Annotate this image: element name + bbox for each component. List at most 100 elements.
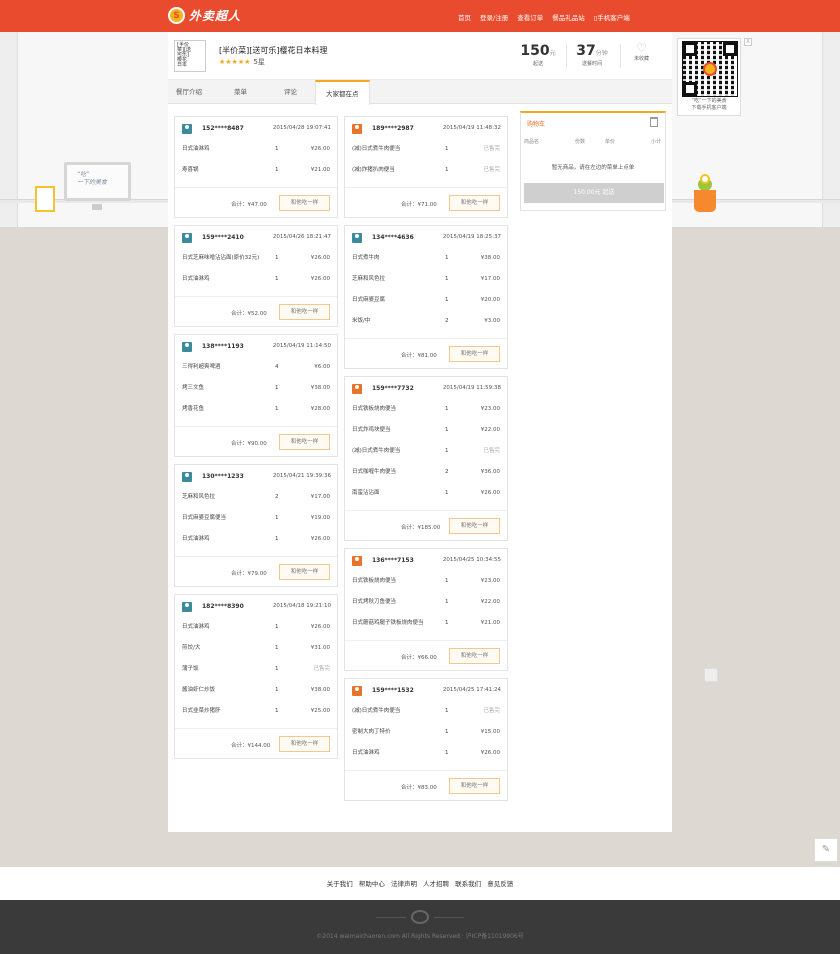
- min-order-stat: 150元 起送: [520, 43, 556, 67]
- order-item-row: 日式咖喱牛肉便当 2 ¥36.00: [345, 462, 507, 483]
- order-header: 138****1193 2015/04/19 11:14:50: [175, 340, 337, 357]
- order-same-button[interactable]: 和他吃一样: [449, 518, 500, 534]
- order-footer: 合计：¥52.00 和他吃一样: [175, 296, 337, 326]
- item-name: 日式油淋鸡: [182, 536, 210, 542]
- footer-link-about[interactable]: 关于我们: [327, 880, 353, 888]
- order-same-button[interactable]: 和他吃一样: [279, 434, 330, 450]
- order-same-button[interactable]: 和他吃一样: [279, 564, 330, 580]
- item-qty: 1: [445, 427, 449, 433]
- item-price: ¥3.00: [484, 318, 500, 324]
- favorite-button[interactable]: ♡ 未收藏: [634, 41, 649, 63]
- tab-intro[interactable]: 餐厅介绍: [176, 80, 202, 104]
- order-time: 2015/04/25 17:41:24: [442, 687, 501, 693]
- feedback-edit-icon[interactable]: ✎: [814, 838, 838, 862]
- order-user: 130****1233: [202, 473, 244, 480]
- cart-title: 购物车: [527, 121, 546, 128]
- order-item-row: (减)日式煮牛肉便当 1 已售完: [345, 139, 507, 160]
- superman-logo-icon: S: [168, 7, 185, 24]
- order-same-button[interactable]: 和他吃一样: [449, 778, 500, 794]
- item-name: 日式咖喱牛肉便当: [352, 469, 397, 475]
- order-time: 2015/04/26 18:21:47: [272, 234, 331, 240]
- item-price: 已售完: [313, 666, 330, 672]
- item-qty: 1: [275, 624, 279, 630]
- order-same-button[interactable]: 和他吃一样: [449, 195, 500, 211]
- item-price: 已售完: [483, 448, 500, 454]
- order-footer: 合计：¥83.00 和他吃一样: [345, 770, 507, 800]
- item-name: 日式油淋鸡: [182, 624, 210, 630]
- delivery-time-unit: 分钟: [595, 50, 608, 57]
- order-same-button[interactable]: 和他吃一样: [279, 195, 330, 211]
- order-header: 136****7153 2015/04/25 10:34:55: [345, 554, 507, 571]
- item-name: 三得利超爽啤酒: [182, 364, 221, 370]
- order-same-button[interactable]: 和他吃一样: [279, 736, 330, 752]
- cart-col-price: 单价: [605, 139, 616, 145]
- item-price: 已售完: [483, 167, 500, 173]
- item-qty: 1: [445, 490, 449, 496]
- order-item-row: (减)日式煮牛肉便当 1 已售完: [345, 701, 507, 722]
- order-footer: 合计：¥90.00 和他吃一样: [175, 426, 337, 456]
- nav-gift-shop[interactable]: 餐品礼品站: [552, 12, 585, 22]
- item-qty: 1: [445, 620, 449, 626]
- order-time: 2015/04/25 10:34:55: [442, 557, 501, 563]
- app-qr-panel[interactable]: “吃”一下的美食 下载手机客户端: [677, 38, 741, 116]
- item-name: 芝麻和风色拉: [352, 276, 386, 282]
- cart-col-qty: 份数: [575, 139, 586, 145]
- brand-logo[interactable]: S 外卖超人: [168, 7, 241, 24]
- item-name: 日式蘑菇鸡腿子铁板烧肉便当: [352, 620, 424, 626]
- order-item-row: 日式油淋鸡 1 ¥26.00: [345, 743, 507, 764]
- item-price: ¥19.00: [310, 515, 330, 521]
- order-user: 182****8390: [202, 603, 244, 610]
- main-content: [半价 菜][送 可乐] 樱花 日本 [半价菜][送可乐]樱花日本料理 ★★★★…: [168, 32, 672, 832]
- order-header: 159****7732 2015/04/19 11:59:38: [345, 382, 507, 399]
- order-item-row: (减)炸猪扒肉便当 1 已售完: [345, 160, 507, 181]
- qr-close-button[interactable]: X: [744, 38, 752, 46]
- order-total: 合计：¥185.00: [401, 525, 441, 531]
- item-qty: 2: [445, 318, 449, 324]
- order-same-button[interactable]: 和他吃一样: [279, 304, 330, 320]
- item-price: ¥23.00: [480, 578, 500, 584]
- nav-home[interactable]: 首页: [458, 12, 471, 22]
- item-qty: 1: [445, 406, 449, 412]
- item-name: 烤香花鱼: [182, 406, 205, 412]
- tab-menu[interactable]: 菜单: [234, 80, 247, 104]
- item-qty: 1: [275, 146, 279, 152]
- footer-link-help[interactable]: 帮助中心: [359, 880, 385, 888]
- tab-popular[interactable]: 大家都在点: [315, 80, 370, 105]
- checkout-button[interactable]: 150.00元 起送: [524, 183, 664, 203]
- wall-left: [0, 32, 18, 227]
- user-avatar-icon: [352, 124, 362, 134]
- footer-link-legal[interactable]: 法律声明: [391, 880, 417, 888]
- item-price: ¥26.00: [480, 750, 500, 756]
- item-name: 煎饺/大: [182, 645, 201, 651]
- trash-icon[interactable]: [650, 117, 658, 127]
- item-price: ¥22.00: [480, 427, 500, 433]
- heart-icon: ♡: [636, 41, 647, 55]
- footer-link-feedback[interactable]: 意见反馈: [487, 880, 513, 888]
- footer-link-contact[interactable]: 联系我们: [455, 880, 481, 888]
- order-time: 2015/04/19 18:25:37: [442, 234, 501, 240]
- order-item-row: 芝麻和风色拉 2 ¥17.00: [175, 487, 337, 508]
- item-qty: 1: [445, 448, 449, 454]
- tab-reviews[interactable]: 评论: [284, 80, 297, 104]
- footer-link-jobs[interactable]: 人才招聘: [423, 880, 449, 888]
- item-name: (减)日式煮牛肉便当: [352, 708, 401, 714]
- user-avatar-icon: [352, 556, 362, 566]
- order-card: 182****8390 2015/04/18 19:21:10 日式油淋鸡 1 ¥26.…: [174, 594, 338, 759]
- order-item-row: 三得利超爽啤酒 4 ¥6.00: [175, 357, 337, 378]
- item-name: 米饭/中: [352, 318, 371, 324]
- order-header: 189****2987 2015/04/19 11:48:32: [345, 122, 507, 139]
- order-footer: 合计：¥71.00 和他吃一样: [345, 187, 507, 217]
- order-footer: 合计：¥185.00 和他吃一样: [345, 510, 507, 540]
- item-qty: 1: [445, 146, 449, 152]
- nav-orders[interactable]: 查看订单: [517, 12, 543, 22]
- order-same-button[interactable]: 和他吃一样: [449, 648, 500, 664]
- photo-frame-icon: [35, 186, 55, 212]
- order-same-button[interactable]: 和他吃一样: [449, 346, 500, 362]
- order-item-row: 芝麻和风色拉 1 ¥17.00: [345, 269, 507, 290]
- nav-login-register[interactable]: 登录/注册: [480, 12, 508, 22]
- nav-mobile-app[interactable]: ▯手机客户端: [594, 12, 630, 22]
- order-total: 合计：¥79.00: [231, 571, 267, 577]
- item-qty: 1: [445, 255, 449, 261]
- item-price: ¥26.00: [310, 146, 330, 152]
- order-item-row: 南蛮沾沾面 1 ¥26.00: [345, 483, 507, 504]
